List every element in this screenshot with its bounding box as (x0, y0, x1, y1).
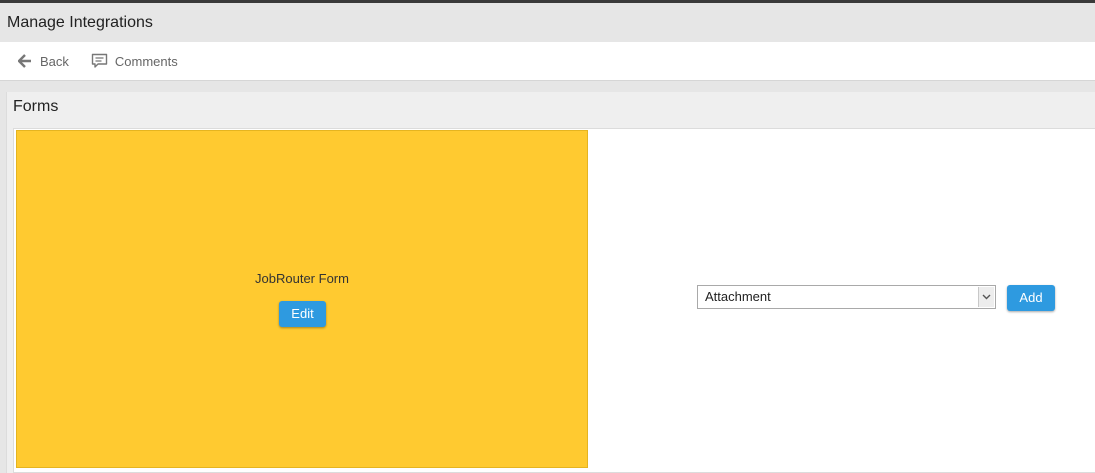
comments-button[interactable]: Comments (91, 52, 178, 70)
add-button[interactable]: Add (1007, 285, 1055, 311)
form-type-select[interactable]: Attachment (697, 285, 996, 309)
form-name: JobRouter Form (255, 271, 349, 286)
form-type-selected: Attachment (705, 289, 771, 304)
panel-title: Forms (13, 98, 59, 115)
chevron-down-icon[interactable] (978, 287, 994, 307)
forms-content: JobRouter Form Edit Attachment Add (13, 128, 1095, 473)
toolbar: Back Comments (0, 42, 1095, 81)
title-bar: Manage Integrations (0, 3, 1095, 42)
forms-panel: Forms JobRouter Form Edit Attachment Add (6, 92, 1095, 473)
comment-icon (91, 52, 109, 70)
page-title: Manage Integrations (7, 13, 153, 31)
back-button[interactable]: Back (16, 52, 69, 70)
comments-label: Comments (114, 53, 178, 69)
edit-button[interactable]: Edit (279, 301, 326, 327)
form-tile[interactable]: JobRouter Form Edit (16, 130, 588, 468)
arrow-left-icon (16, 52, 34, 70)
back-label: Back (40, 53, 69, 69)
